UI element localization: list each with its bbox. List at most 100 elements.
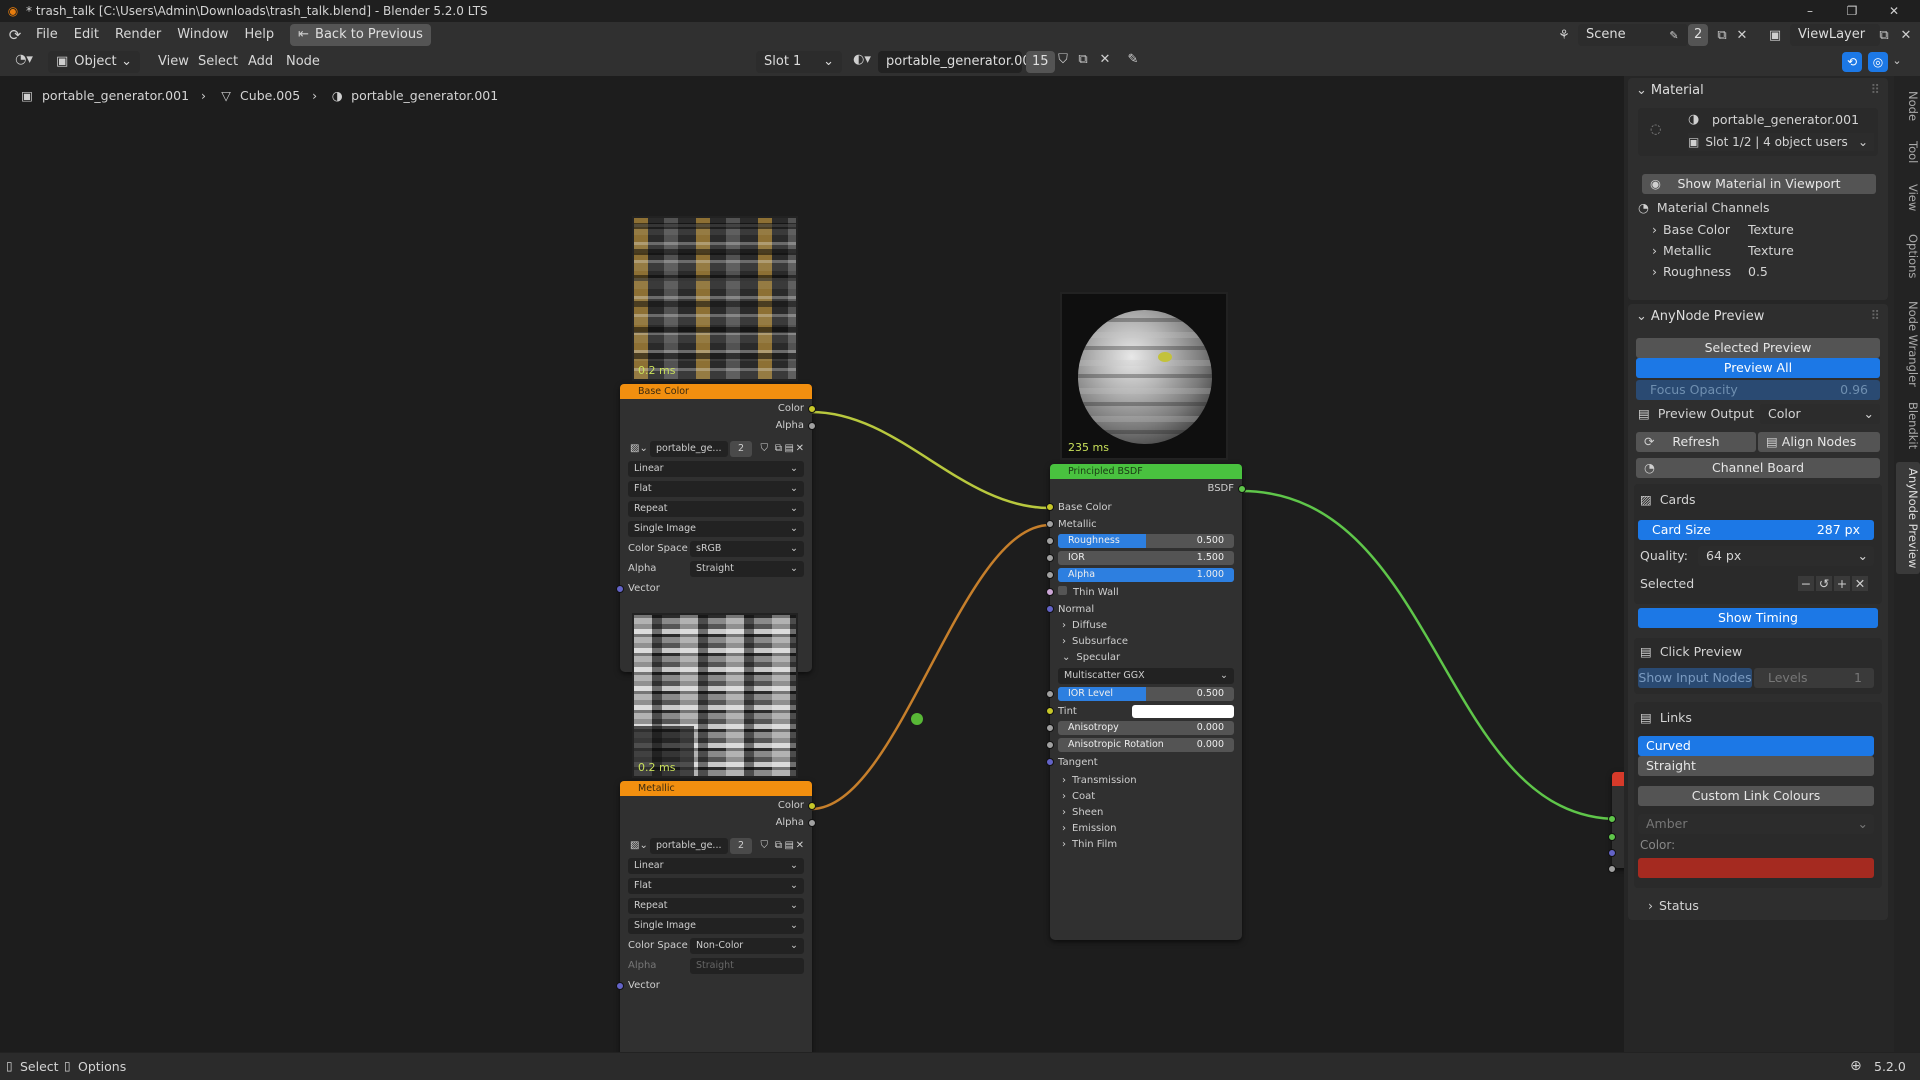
alpha-mode-dropdown[interactable]: Straight ⌄ [690,561,804,577]
material-name-field[interactable]: portable_generator.001 [878,51,1039,73]
node-header[interactable]: Base Color [620,384,812,399]
material-users-count[interactable]: 15 [1026,51,1055,73]
maximize-icon[interactable]: ❐ [1842,4,1862,18]
editor-type-icon[interactable]: ◔▾ [10,52,38,67]
unlink-icon[interactable]: ✕ [796,836,804,856]
node-header[interactable]: Principled BSDF [1050,464,1242,479]
node-header[interactable]: Metallic [620,781,812,796]
plus-icon[interactable]: + [1834,576,1850,591]
slot-dropdown[interactable]: Slot 1 ⌄ [756,51,842,73]
view-layer-icon[interactable]: ▣ [1762,28,1788,43]
new-scene-icon[interactable]: ⧉ [1712,28,1732,43]
fake-user-shield-icon[interactable]: ⛉ [1054,52,1072,67]
thin-wall-checkbox[interactable] [1058,586,1067,595]
material-channels-header[interactable]: ◔ Material Channels [1638,200,1770,215]
image-browse-icon[interactable]: ▨⌄ [630,836,648,856]
input-base-color-socket[interactable] [1046,503,1054,511]
material-panel-header[interactable]: ⌄ Material ⠿ [1628,78,1888,104]
channel-board-button[interactable]: ◔ Channel Board [1636,458,1880,478]
image-users[interactable]: 2 [730,838,752,854]
tab-node-wrangler[interactable]: Node Wrangler [1896,296,1920,392]
channel-row-roughness[interactable]: › Roughness 0.5 [1652,264,1872,279]
metallic-preview-card[interactable]: 0.2 ms [632,613,798,778]
input-volume-socket[interactable] [1608,833,1616,841]
input-ior-level-socket[interactable] [1046,690,1054,698]
ior-slider[interactable]: IOR 1.500 [1058,551,1234,565]
tab-tool[interactable]: Tool [1896,136,1920,168]
channel-row-base-color[interactable]: › Base Color Texture [1652,222,1872,237]
slot-selector[interactable]: ▣ Slot 1/2 | 4 object users ⌄ [1688,133,1874,151]
new-view-layer-icon[interactable]: ⧉ [1874,28,1894,43]
input-thin-wall-socket[interactable] [1046,588,1054,596]
links-header[interactable]: ▤ Links [1640,710,1692,725]
principled-bsdf-node[interactable]: Principled BSDF BSDF Base Color Metallic… [1046,464,1246,940]
tab-options[interactable]: Options [1896,228,1920,284]
alpha-slider[interactable]: Alpha 1.000 [1058,568,1234,582]
bsdf-preview-card[interactable]: 235 ms [1060,292,1228,460]
object-mode-dropdown[interactable]: ▣ Object ⌄ [48,51,140,73]
ior-level-slider[interactable]: IOR Level 0.500 [1058,687,1234,701]
material-browse-icon[interactable]: ◐▾ [848,52,876,67]
extension-dropdown[interactable]: Repeat ⌄ [628,501,804,517]
anynode-panel-header[interactable]: ⌄ AnyNode Preview ⠿ [1628,304,1888,330]
tab-anynode-preview[interactable]: AnyNode Preview [1896,462,1920,574]
panel-transmission[interactable]: › Transmission [1050,773,1242,789]
input-vector-socket[interactable] [616,585,624,593]
input-anisotropy-socket[interactable] [1046,724,1054,732]
panel-diffuse[interactable]: › Diffuse [1050,618,1242,634]
clear-icon[interactable]: ✕ [1852,576,1868,591]
overlay-toggle-icon[interactable]: ⟲ [1842,52,1862,72]
input-normal-socket[interactable] [1046,605,1054,613]
tab-blendkit[interactable]: Blendkit [1896,400,1920,452]
distribution-dropdown[interactable]: Multiscatter GGX ⌄ [1058,668,1234,684]
refresh-button[interactable]: ⟳ Refresh [1636,432,1756,452]
input-tangent-socket[interactable] [1046,758,1054,766]
duplicate-icon[interactable]: ⧉ [775,836,782,856]
interpolation-dropdown[interactable]: Linear ⌄ [628,461,804,477]
source-dropdown[interactable]: Single Image ⌄ [628,521,804,537]
output-alpha-socket[interactable] [808,422,816,430]
close-window-icon[interactable]: ✕ [1884,4,1904,18]
fake-user-icon[interactable]: ⛉ [761,836,769,856]
input-aniso-rot-socket[interactable] [1046,741,1054,749]
menu-edit[interactable]: Edit [66,24,107,46]
roughness-slider[interactable]: Roughness 0.500 [1058,534,1234,548]
interpolation-dropdown[interactable]: Linear ⌄ [628,858,804,874]
image-name-field[interactable]: portable_ge... [650,838,728,854]
show-input-nodes-toggle[interactable]: Show Input Nodes [1638,668,1752,688]
fake-user-icon[interactable]: ⛉ [761,439,769,459]
scene-icon[interactable]: ⚘ [1552,28,1576,43]
open-image-icon[interactable]: ▤ [785,439,794,459]
tab-node[interactable]: Node [1896,88,1920,124]
input-alpha-socket[interactable] [1046,571,1054,579]
card-size-field[interactable]: Card Size 287 px [1638,520,1874,540]
output-bsdf-socket[interactable] [1238,485,1246,493]
preview-all-button[interactable]: Preview All [1636,358,1880,378]
input-metallic-socket[interactable] [1046,520,1054,528]
panel-emission[interactable]: › Emission [1050,821,1242,837]
menu-window[interactable]: Window [169,24,236,46]
colorspace-dropdown[interactable]: Non-Color ⌄ [690,938,804,954]
back-to-previous-button[interactable]: ⇤ Back to Previous [290,24,431,46]
input-vector-socket[interactable] [616,982,624,990]
delete-scene-icon[interactable]: ✕ [1732,28,1752,43]
overlay-dropdown-icon[interactable]: ⌄ [1890,54,1904,67]
panel-specular[interactable]: ⌄ Specular [1050,650,1242,666]
menu-file[interactable]: File [28,24,66,46]
open-image-icon[interactable]: ▤ [785,836,794,856]
show-material-in-viewport-button[interactable]: ◉ Show Material in Viewport [1642,174,1876,194]
input-ior-socket[interactable] [1046,554,1054,562]
image-name-field[interactable]: portable_ge... [650,441,728,457]
tab-view[interactable]: View [1896,180,1920,216]
panel-thin-film[interactable]: › Thin Film [1050,837,1242,853]
input-thickness-socket[interactable] [1608,865,1616,873]
output-alpha-socket[interactable] [808,819,816,827]
input-tint-socket[interactable] [1046,707,1054,715]
straight-option[interactable]: Straight [1638,756,1874,776]
custom-link-colours-button[interactable]: Custom Link Colours [1638,786,1874,806]
image-selector[interactable]: ▨⌄ portable_ge... 2 ⛉ ⧉ ▤ ✕ [620,836,812,856]
preview-output-dropdown[interactable]: Color ⌄ [1760,404,1880,424]
reset-icon[interactable]: ↺ [1816,576,1832,591]
projection-dropdown[interactable]: Flat ⌄ [628,878,804,894]
duplicate-icon[interactable]: ⧉ [775,439,782,459]
